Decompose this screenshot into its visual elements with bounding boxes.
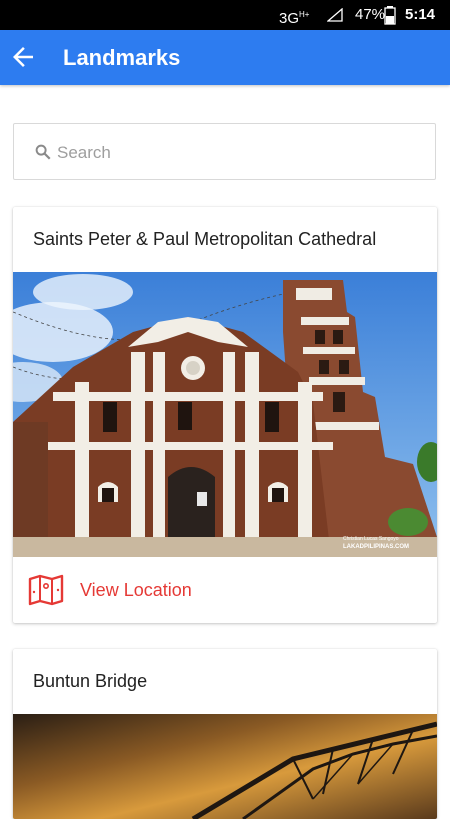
- landmark-card[interactable]: Buntun Bridge: [13, 649, 437, 819]
- bridge-image: [13, 714, 437, 819]
- battery-percent: 47%: [355, 6, 386, 23]
- view-location-label: View Location: [80, 580, 192, 600]
- landmark-title: Buntun Bridge: [33, 671, 148, 691]
- arrow-left-icon[interactable]: [8, 42, 38, 72]
- network-type: 3GH+: [279, 10, 310, 27]
- view-location-button[interactable]: View Location: [13, 557, 437, 623]
- map-icon: [28, 574, 64, 606]
- search-icon: [35, 144, 51, 160]
- app-bar: Landmarks: [0, 30, 450, 85]
- cathedral-image: Christian Lucas Sangoyo LAKADPILIPINAS.C…: [13, 272, 437, 557]
- search-placeholder: Search: [57, 143, 111, 162]
- status-bar: 3GH+ 47% 5:14: [0, 0, 450, 30]
- clock: 5:14: [405, 6, 436, 23]
- search-input[interactable]: Search: [13, 123, 436, 180]
- landmark-title: Saints Peter & Paul Metropolitan Cathedr…: [33, 229, 377, 249]
- battery-icon: [384, 6, 396, 25]
- landmark-card[interactable]: Saints Peter & Paul Metropolitan Cathedr…: [13, 207, 437, 623]
- page-title: Landmarks: [63, 45, 181, 70]
- image-credit: Christian Lucas Sangoyo: [343, 536, 399, 542]
- image-credit-site: LAKADPILIPINAS.COM: [343, 544, 409, 550]
- signal-icon: [327, 8, 343, 22]
